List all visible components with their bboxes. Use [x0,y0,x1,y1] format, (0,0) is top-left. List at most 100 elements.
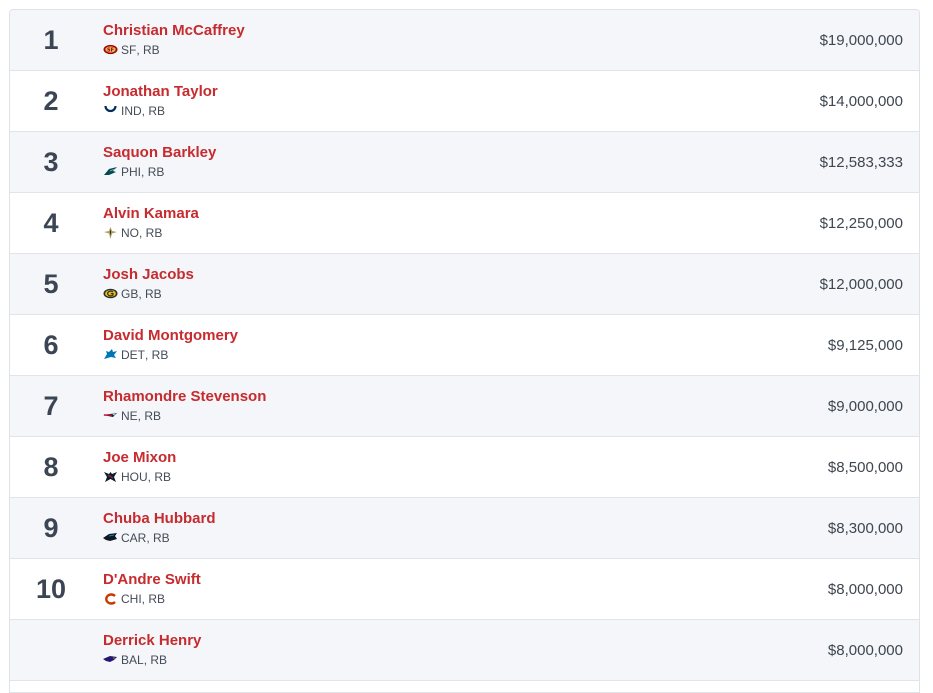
player-name-link[interactable]: Chuba Hubbard [103,510,216,528]
player-cell: Rhamondre Stevenson NE, RB [103,388,266,423]
player-name-link[interactable]: Christian McCaffrey [103,22,245,40]
player-cell: Josh Jacobs GB, RB [103,266,194,301]
gb-packers-logo-icon [103,288,118,300]
player-cell: David Montgomery DET, RB [103,327,238,362]
position: RB [145,226,163,240]
table-row: 3 Saquon Barkley PHI, RB $12,583,333 [10,132,919,193]
team-abbr: HOU [121,470,148,484]
table-row: 2 Jonathan Taylor IND, RB $14,000,000 [10,71,919,132]
player-name-link[interactable]: Jonathan Taylor [103,83,218,101]
phi-eagles-logo-icon [103,166,118,178]
no-saints-logo-icon [103,227,118,239]
team-abbr: CAR [121,531,147,545]
table-row: Derrick Henry BAL, RB $8,000,000 [10,620,919,681]
team-abbr: NO [121,226,139,240]
car-panthers-logo-icon [103,532,118,544]
team-abbr: DET [121,348,145,362]
separator: , [141,104,149,118]
player-name-link[interactable]: Rhamondre Stevenson [103,388,266,406]
rank-number: 4 [43,207,59,238]
team-position: NE, RB [103,409,266,423]
ne-patriots-logo-icon [103,410,118,422]
salary-value: $9,000,000 [827,397,903,415]
player-name-link[interactable]: Josh Jacobs [103,266,194,284]
player-cell: Saquon Barkley PHI, RB [103,144,216,179]
svg-text:SF: SF [107,47,114,53]
position: RB [150,653,168,667]
position: RB [151,348,169,362]
salary-value: $9,125,000 [827,336,903,354]
player-cell: Jonathan Taylor IND, RB [103,83,218,118]
player-cell: Chuba Hubbard CAR, RB [103,510,216,545]
salary-value: $14,000,000 [819,92,903,110]
det-lions-logo-icon [103,349,118,361]
table-row [10,681,919,693]
team-abbr: IND [121,104,142,118]
player-name-link[interactable]: Derrick Henry [103,632,201,650]
separator: , [147,470,155,484]
salary-value: $8,500,000 [827,458,903,476]
rank-number [10,620,92,680]
player-name-link[interactable]: D'Andre Swift [103,571,201,589]
team-position: SF SF, RB [103,43,245,57]
team-abbr: BAL [121,653,144,667]
separator: , [138,287,146,301]
rank-number: 6 [43,329,59,360]
team-position: IND, RB [103,104,218,118]
separator: , [143,653,151,667]
salary-value: $8,000,000 [827,580,903,598]
salary-value: $19,000,000 [819,31,903,49]
player-name-link[interactable]: Alvin Kamara [103,205,199,223]
rank-number: 2 [43,85,59,116]
separator: , [145,348,152,362]
position: RB [143,43,160,57]
player-name-link[interactable]: Joe Mixon [103,449,176,467]
team-abbr: PHI [121,165,142,179]
team-abbr: NE [121,409,138,423]
team-abbr: CHI [121,592,142,606]
rank-number: 9 [43,512,59,543]
salary-rankings-table: 1 Christian McCaffrey SF SF, RB $19,000,… [9,9,920,693]
position: RB [144,409,162,423]
separator: , [141,592,149,606]
chi-bears-logo-icon [103,593,118,605]
team-position: DET, RB [103,348,238,362]
table-row: 4 Alvin Kamara NO, RB $12,250,000 [10,193,919,254]
rank-number: 10 [35,573,67,604]
salary-value: $8,000,000 [827,641,903,659]
team-abbr: GB [121,287,139,301]
separator: , [141,165,148,179]
rank-number: 1 [43,24,59,55]
salary-value: $8,300,000 [827,519,903,537]
team-position: NO, RB [103,226,199,240]
team-position: PHI, RB [103,165,216,179]
separator: , [137,409,145,423]
position: RB [148,592,166,606]
player-cell: Alvin Kamara NO, RB [103,205,199,240]
rank-number: 7 [43,390,59,421]
team-position: CAR, RB [103,531,216,545]
separator: , [139,226,146,240]
player-cell: D'Andre Swift CHI, RB [103,571,201,606]
salary-value: $12,250,000 [819,214,903,232]
player-name-link[interactable]: Saquon Barkley [103,144,216,162]
table-row: 6 David Montgomery DET, RB $9,125,000 [10,315,919,376]
player-cell: Joe Mixon HOU, RB [103,449,176,484]
position: RB [145,287,162,301]
player-name-link[interactable]: David Montgomery [103,327,238,345]
player-cell: Derrick Henry BAL, RB [103,632,201,667]
table-row: 9 Chuba Hubbard CAR, RB $8,300,000 [10,498,919,559]
table-row: 8 Joe Mixon HOU, RB $8,500,000 [10,437,919,498]
table-row: 10 D'Andre Swift CHI, RB $8,000,000 [10,559,919,620]
rank-number: 3 [43,146,59,177]
separator: , [136,43,144,57]
position: RB [147,165,165,179]
hou-texans-logo-icon [103,471,118,483]
salary-value: $12,583,333 [819,153,903,171]
salary-value: $12,000,000 [819,275,903,293]
table-row: 5 Josh Jacobs GB, RB $12,000,000 [10,254,919,315]
team-position: CHI, RB [103,592,201,606]
player-cell: Christian McCaffrey SF SF, RB [103,22,245,57]
team-position: BAL, RB [103,653,201,667]
position: RB [154,470,172,484]
